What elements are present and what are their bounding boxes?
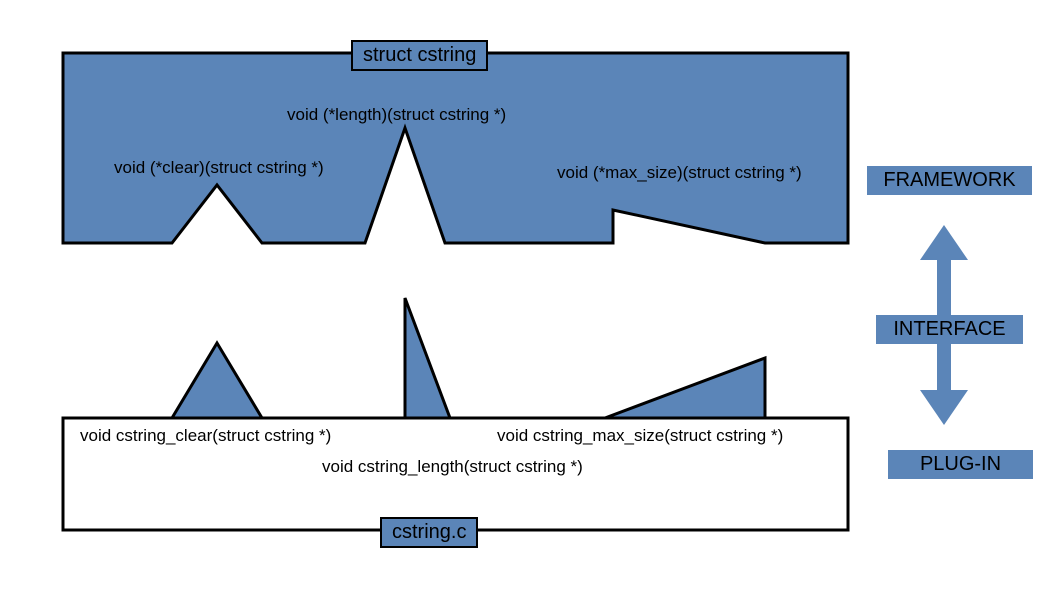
side-label-interface: INTERFACE (876, 315, 1023, 344)
plug-triangle-length (405, 298, 450, 418)
side-label-plugin: PLUG-IN (888, 450, 1033, 479)
framework-title-label: struct cstring (351, 40, 488, 71)
fn-ptr-max-size: void (*max_size)(struct cstring *) (557, 163, 802, 183)
fn-impl-clear: void cstring_clear(struct cstring *) (80, 426, 331, 446)
fn-ptr-clear: void (*clear)(struct cstring *) (114, 158, 324, 178)
fn-ptr-length: void (*length)(struct cstring *) (287, 105, 506, 125)
diagram-svg (0, 0, 1058, 595)
side-label-framework: FRAMEWORK (867, 166, 1032, 195)
diagram-root: struct cstring cstring.c void (*clear)(s… (0, 0, 1058, 595)
fn-impl-length: void cstring_length(struct cstring *) (322, 457, 583, 477)
plugin-title-label: cstring.c (380, 517, 478, 548)
framework-shape (63, 53, 848, 243)
plug-triangle-max-size (605, 358, 765, 418)
fn-impl-max-size: void cstring_max_size(struct cstring *) (497, 426, 783, 446)
plug-triangle-clear (172, 343, 262, 418)
